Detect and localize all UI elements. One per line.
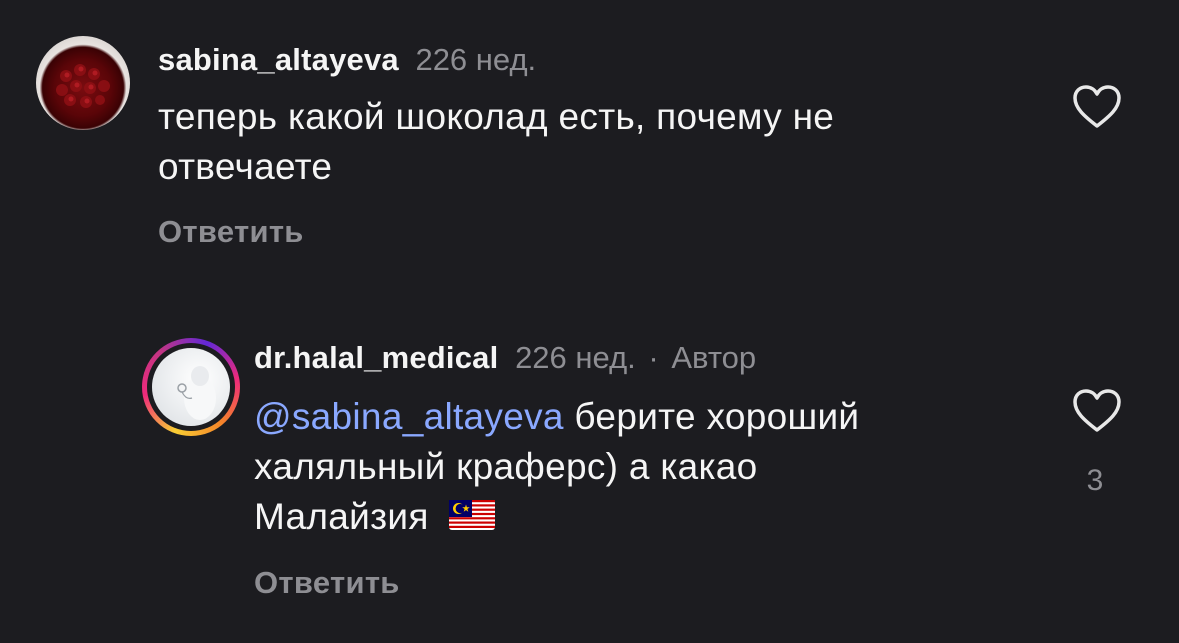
comment-text-line: Малайзия [254,492,859,542]
comment-text: @sabina_altayeva берите хороший халяльны… [254,392,859,542]
reply-button[interactable]: Ответить [254,565,400,601]
username[interactable]: dr.halal_medical [254,340,498,375]
comment-text-line: халяльный краферс) а какао [254,446,758,487]
doctor-avatar-icon [152,348,230,426]
malaysia-flag-icon [449,500,496,531]
comment-header: dr.halal_medical 226 нед. · Автор [254,340,756,376]
comment-text-line: @sabina_altayeva берите хороший [254,392,859,442]
comment-text-line: теперь какой шоколад есть, почему не [158,96,835,137]
separator: · [648,340,659,375]
mention-link[interactable]: @sabina_altayeva [254,396,564,437]
comment-text-segment: Малайзия [254,496,429,537]
comments-screen: sabina_altayeva 226 нед. теперь какой шо… [0,0,1179,643]
author-badge: Автор [671,340,757,375]
comment-text: теперь какой шоколад есть, почему не отв… [158,92,834,192]
comment-header: sabina_altayeva 226 нед. [158,42,536,78]
rose-bouquet-avatar-icon [36,36,130,130]
reply-button[interactable]: Ответить [158,214,304,250]
timestamp: 226 нед. [415,42,537,77]
timestamp: 226 нед. [515,340,636,375]
heart-icon[interactable] [1072,388,1122,434]
comment-text-line: отвечаете [158,146,333,187]
heart-icon[interactable] [1072,84,1122,130]
avatar-story-ring[interactable] [142,338,240,436]
avatar[interactable] [36,36,130,130]
like-count: 3 [1086,464,1104,497]
comment-text-segment: берите хороший [563,396,860,437]
username[interactable]: sabina_altayeva [158,42,399,77]
